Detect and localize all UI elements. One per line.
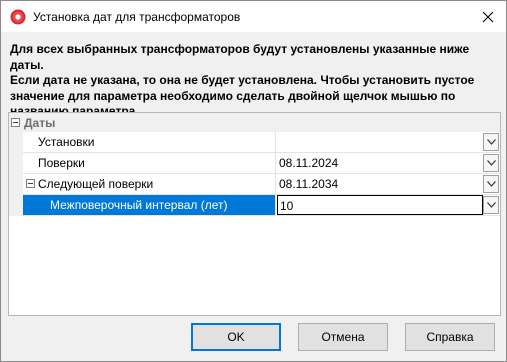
- dropdown-button[interactable]: [483, 175, 499, 193]
- property-name[interactable]: Установки: [23, 132, 276, 152]
- collapse-icon[interactable]: [11, 118, 20, 127]
- dialog-window: Установка дат для трансформаторов Для вс…: [0, 0, 507, 362]
- property-value-input[interactable]: 10: [277, 195, 483, 215]
- help-button[interactable]: Справка: [405, 323, 495, 351]
- property-row-interval[interactable]: Межповерочный интервал (лет) 10: [23, 195, 500, 216]
- property-name[interactable]: Межповерочный интервал (лет): [23, 195, 276, 215]
- property-value[interactable]: 08.11.2034: [277, 174, 483, 194]
- window-title: Установка дат для трансформаторов: [33, 10, 241, 24]
- property-name-label: Следующей поверки: [38, 177, 154, 191]
- property-value[interactable]: 08.11.2024: [277, 153, 483, 173]
- property-grid[interactable]: Даты Установки Поверки 08.11.2024 Следую…: [8, 112, 501, 316]
- chevron-down-icon: [486, 139, 496, 145]
- property-name[interactable]: Следующей поверки: [23, 174, 276, 194]
- dropdown-button[interactable]: [483, 196, 499, 214]
- close-icon: [482, 11, 494, 22]
- app-icon: [10, 9, 26, 25]
- ok-button[interactable]: OK: [191, 323, 281, 351]
- property-value[interactable]: [277, 132, 483, 152]
- dropdown-button[interactable]: [483, 154, 499, 172]
- grid-gutter: [9, 132, 23, 216]
- title-bar[interactable]: Установка дат для трансформаторов: [1, 1, 506, 32]
- chevron-down-icon: [486, 181, 496, 187]
- property-name[interactable]: Поверки: [23, 153, 276, 173]
- dropdown-button[interactable]: [483, 133, 499, 151]
- property-row-install[interactable]: Установки: [23, 132, 500, 153]
- chevron-down-icon: [486, 202, 496, 208]
- category-dates[interactable]: Даты: [9, 113, 500, 132]
- collapse-icon[interactable]: [26, 179, 35, 188]
- category-label: Даты: [24, 116, 56, 130]
- notice-text: Для всех выбранных трансформаторов будут…: [10, 42, 475, 118]
- close-button[interactable]: [470, 1, 506, 32]
- property-row-next-verification[interactable]: Следующей поверки 08.11.2034: [23, 174, 500, 195]
- property-row-verification[interactable]: Поверки 08.11.2024: [23, 153, 500, 174]
- cancel-button[interactable]: Отмена: [298, 323, 388, 351]
- chevron-down-icon: [486, 160, 496, 166]
